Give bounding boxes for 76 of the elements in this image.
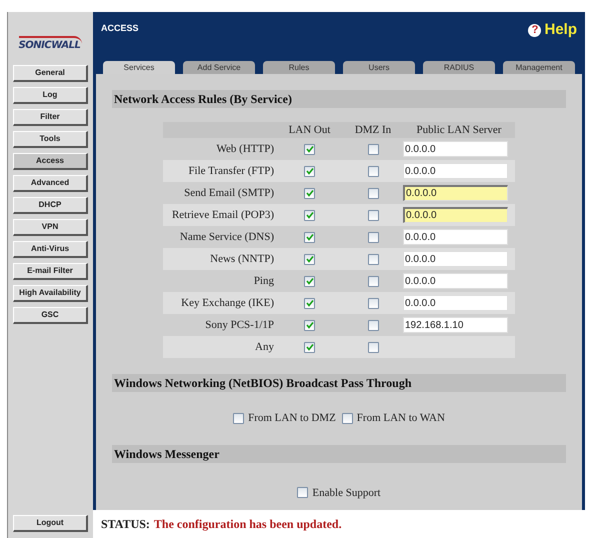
server-field[interactable]: 0.0.0.0 [403,185,508,201]
dmz-in-checkbox[interactable] [368,254,378,264]
service-label: File Transfer (FTP) [187,164,275,179]
server-field[interactable]: 0.0.0.0 [403,163,508,179]
service-label: Any [254,340,275,355]
nav-button[interactable]: VPN [13,219,88,236]
column-header: DMZ In [354,122,392,138]
logo: SONICWALL [18,36,82,53]
lan-out-checkbox[interactable] [304,166,315,176]
checkbox[interactable] [342,412,353,424]
lan-out-checkbox[interactable] [304,210,315,220]
service-label: News (NNTP) [209,252,275,267]
help-link[interactable]: ? Help [528,19,577,42]
tab[interactable]: Add Service [183,61,255,74]
help-icon: ? [528,24,542,37]
dmz-in-checkbox[interactable] [368,342,378,352]
section-title: Windows Messenger [112,444,566,462]
logout-button[interactable]: Logout [13,515,88,532]
status-label: STATUS: [101,516,150,533]
section-title: Windows Networking (NetBIOS) Broadcast Pass Through [112,374,566,392]
status-message: The configuration has been updated. [154,516,342,533]
server-field[interactable]: 0.0.0.0 [403,295,508,311]
lan-out-checkbox[interactable] [304,254,315,264]
nav-button[interactable]: General [13,65,88,82]
dmz-in-checkbox[interactable] [368,188,378,198]
server-field[interactable]: 192.168.1.10 [403,317,508,333]
service-label: Ping [252,274,275,289]
service-label: Sony PCS-1/1P [204,318,275,333]
nav-button[interactable]: High Availability [13,285,88,302]
lan-out-checkbox[interactable] [304,276,315,286]
tab[interactable]: Services [103,61,175,74]
section-title: Network Access Rules (By Service) [112,90,566,108]
dmz-in-checkbox[interactable] [368,144,378,154]
server-field[interactable]: 0.0.0.0 [403,207,508,223]
checkbox-label: From LAN to DMZ [248,411,336,426]
server-field[interactable]: 0.0.0.0 [403,229,508,245]
tab[interactable]: Users [343,61,415,74]
nav-button[interactable]: Access [13,153,88,170]
service-label: Web (HTTP) [216,142,275,157]
lan-out-checkbox[interactable] [304,232,315,242]
nav-button[interactable]: Advanced [13,175,88,192]
tab[interactable]: Rules [263,61,335,74]
nav-button[interactable]: Anti-Virus [13,241,88,258]
server-field[interactable]: 0.0.0.0 [403,141,508,157]
tab[interactable]: Management [503,61,575,74]
server-field[interactable]: 0.0.0.0 [403,251,508,267]
nav-button[interactable]: Tools [13,131,88,148]
checkbox-label: From LAN to WAN [356,411,445,426]
service-label: Name Service (DNS) [178,230,275,245]
nav-button[interactable]: E-mail Filter [13,263,88,280]
server-field[interactable]: 0.0.0.0 [403,273,508,289]
dmz-in-checkbox[interactable] [368,298,378,308]
lan-out-checkbox[interactable] [304,144,315,154]
page-title: ACCESS [101,22,139,35]
checkbox[interactable] [233,412,244,424]
service-label: Send Email (SMTP) [183,186,275,201]
checkbox[interactable] [297,487,308,498]
lan-out-checkbox[interactable] [304,320,315,330]
dmz-in-checkbox[interactable] [368,232,378,242]
checkbox-label: Enable Support [312,486,381,500]
lan-out-checkbox[interactable] [304,188,315,198]
column-header: Public LAN Server [416,122,502,138]
tab[interactable]: RADIUS [423,61,495,74]
nav-button[interactable]: GSC [13,307,88,324]
dmz-in-checkbox[interactable] [368,166,378,176]
column-header: LAN Out [288,122,332,138]
lan-out-checkbox[interactable] [304,342,315,352]
nav-button[interactable]: DHCP [13,197,88,214]
lan-out-checkbox[interactable] [304,298,315,308]
dmz-in-checkbox[interactable] [368,210,378,220]
nav-button[interactable]: Filter [13,109,88,126]
dmz-in-checkbox[interactable] [368,276,378,286]
dmz-in-checkbox[interactable] [368,320,378,330]
nav-button[interactable]: Log [13,87,88,104]
service-label: Retrieve Email (POP3) [170,208,275,223]
service-label: Key Exchange (IKE) [180,296,275,311]
